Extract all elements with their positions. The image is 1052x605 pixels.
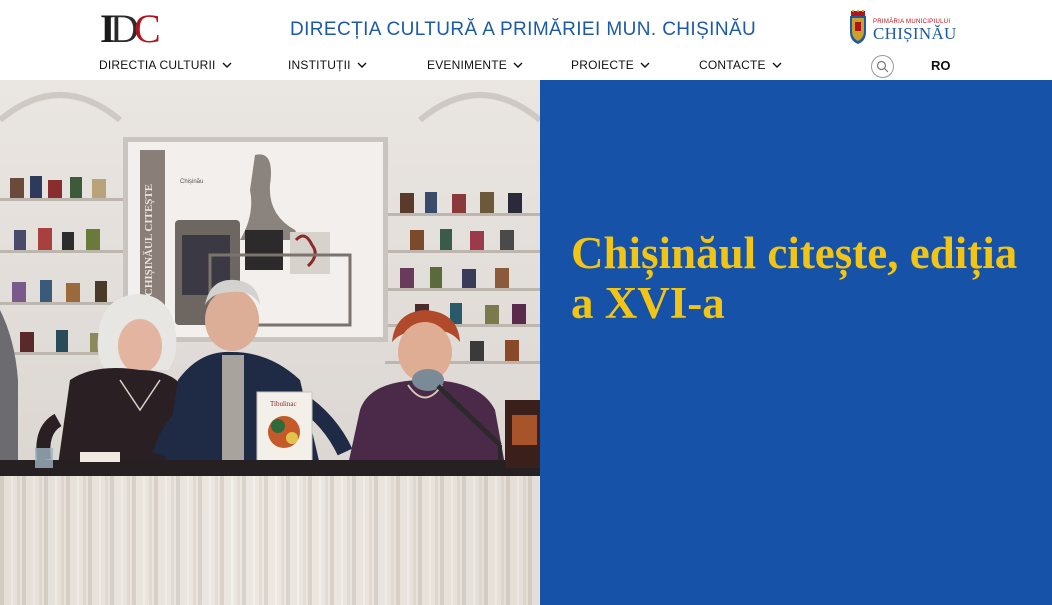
city-hall-logo[interactable]: PRIMĂRIA MUNICIPIULUI CHIȘINĂU bbox=[846, 10, 956, 48]
chevron-down-icon bbox=[222, 62, 232, 68]
main-nav: DIRECTIA CULTURII INSTITUȚII EVENIMENTE … bbox=[0, 58, 1052, 76]
table-top bbox=[0, 460, 540, 476]
screen-logo-text: Chișinău bbox=[180, 179, 203, 185]
city-crest-icon bbox=[850, 10, 866, 44]
dc-logo[interactable]: I D C bbox=[100, 8, 162, 50]
nav-item-contacte[interactable]: CONTACTE bbox=[699, 58, 782, 72]
search-button[interactable] bbox=[871, 55, 894, 78]
nav-item-label: DIRECTIA CULTURII bbox=[99, 58, 216, 72]
chevron-down-icon bbox=[772, 62, 782, 68]
book-title: Tibulinac bbox=[270, 400, 297, 408]
nav-item-label: CONTACTE bbox=[699, 58, 766, 72]
book-on-table: Tibulinac bbox=[256, 391, 313, 465]
nav-item-directia-culturii[interactable]: DIRECTIA CULTURII bbox=[99, 58, 232, 72]
hero-panel: Chișinăul citește, ediția a XVI-a bbox=[540, 80, 1052, 605]
hero-title[interactable]: Chișinăul citește, ediția a XVI-a bbox=[571, 228, 1031, 328]
language-switcher[interactable]: RO bbox=[931, 58, 951, 73]
nav-item-label: PROIECTE bbox=[571, 58, 634, 72]
site-header: I D C DIRECȚIA CULTURĂ A PRIMĂRIEI MUN. … bbox=[0, 0, 1052, 80]
search-icon bbox=[876, 60, 889, 73]
hero-photo[interactable]: CHIȘINĂUL CITEȘTE Chișinău Tibulinac bbox=[0, 80, 540, 605]
chevron-down-icon bbox=[513, 62, 523, 68]
chevron-down-icon bbox=[357, 62, 367, 68]
logo-letter-c: C bbox=[134, 6, 161, 51]
nav-item-evenimente[interactable]: EVENIMENTE bbox=[427, 58, 523, 72]
chevron-down-icon bbox=[640, 62, 650, 68]
nav-item-proiecte[interactable]: PROIECTE bbox=[571, 58, 650, 72]
site-title-link[interactable]: DIRECȚIA CULTURĂ A PRIMĂRIEI MUN. CHIȘIN… bbox=[290, 19, 756, 41]
screen-vertical-text: CHIȘINĂUL CITEȘTE bbox=[143, 184, 155, 296]
nav-item-label: INSTITUȚII bbox=[288, 58, 351, 72]
nav-item-label: EVENIMENTE bbox=[427, 58, 508, 72]
nav-item-institutii[interactable]: INSTITUȚII bbox=[288, 58, 367, 72]
event-photo-illustration: CHIȘINĂUL CITEȘTE Chișinău Tibulinac bbox=[0, 80, 540, 605]
city-logo-name: CHIȘINĂU bbox=[873, 24, 957, 43]
